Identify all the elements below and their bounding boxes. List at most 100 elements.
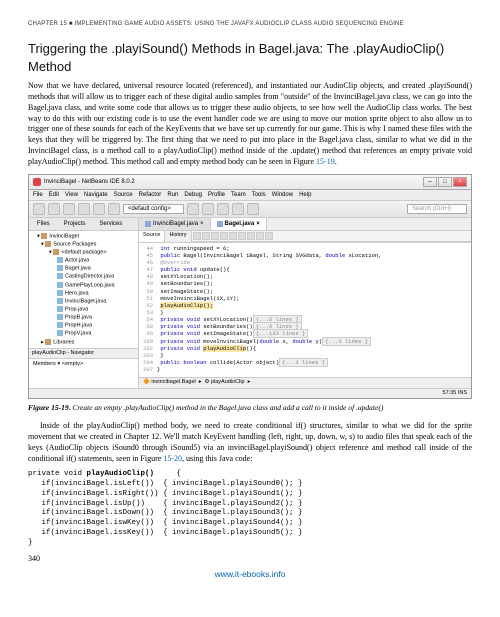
menu-bar: File Edit View Navigate Source Refactor … (29, 190, 471, 201)
editor-tool-icon[interactable] (229, 232, 237, 240)
source-tabs: Source History (139, 231, 471, 243)
config-dropdown[interactable]: <default config> (123, 204, 184, 214)
tree-file[interactable]: InvinciBagel.java (31, 298, 136, 306)
editor-tabs: InvinciBagel.java × Bagel.java × (139, 218, 471, 231)
tree-file[interactable]: Hero.java (31, 290, 136, 298)
window-titlebar: InvinciBagel - NetBeans IDE 8.0.2 – □ × (29, 175, 471, 190)
chevron-right-icon: ▸ (248, 379, 251, 386)
save-icon[interactable] (78, 203, 90, 215)
clean-build-icon[interactable] (202, 203, 214, 215)
search-input[interactable]: Search (Ctrl+I) (407, 204, 467, 214)
open-project-icon[interactable] (63, 203, 75, 215)
menu-profile[interactable]: Profile (208, 191, 225, 199)
figure-ref-2[interactable]: 15-20 (163, 454, 182, 463)
figure-ref-1[interactable]: 15-19 (316, 157, 335, 166)
tree-src-packages[interactable]: ▾ Source Packages (31, 241, 136, 249)
menu-edit[interactable]: Edit (49, 191, 59, 199)
redo-icon[interactable] (108, 203, 120, 215)
window-title: InvinciBagel - NetBeans IDE 8.0.2 (44, 178, 135, 186)
menu-debug[interactable]: Debug (184, 191, 202, 199)
tree-root[interactable]: ▾ InvinciBagel (31, 233, 136, 241)
maximize-button[interactable]: □ (438, 177, 452, 187)
package-icon (53, 249, 59, 255)
editor-tool-icon[interactable] (220, 232, 228, 240)
menu-source[interactable]: Source (114, 191, 133, 199)
para1-text: Now that we have declared, universal res… (28, 81, 472, 166)
page-number: 340 (28, 554, 472, 565)
main-toolbar: <default config> Search (Ctrl+I) (29, 201, 471, 218)
tab-files[interactable]: Files (33, 219, 54, 229)
footer-link[interactable]: www.it-ebooks.info (28, 569, 472, 580)
status-bar: 57:35 INS (29, 388, 471, 398)
left-tab-strip: Files Projects Services (29, 218, 138, 231)
code-editor[interactable]: 44 int runningspeed = 6; 45 public Bagel… (139, 243, 471, 377)
menu-view[interactable]: View (65, 191, 78, 199)
project-icon (41, 233, 47, 239)
editor-tool-icon[interactable] (202, 232, 210, 240)
app-icon (33, 178, 41, 186)
java-file-icon (145, 221, 151, 227)
java-file-icon (57, 282, 63, 288)
menu-refactor[interactable]: Refactor (139, 191, 162, 199)
editor-tool-icon[interactable] (238, 232, 246, 240)
tree-file[interactable]: GamePlayLoop.java (31, 282, 136, 290)
project-tree[interactable]: ▾ InvinciBagel ▾ Source Packages ▾ <defa… (29, 231, 138, 348)
editor-tool-icon[interactable] (247, 232, 255, 240)
tab-projects[interactable]: Projects (60, 219, 90, 229)
tree-file[interactable]: Prop.java (31, 306, 136, 314)
editor-tab-bagel[interactable]: Bagel.java × (211, 218, 267, 230)
editor-pane: InvinciBagel.java × Bagel.java × Source … (139, 218, 471, 388)
menu-run[interactable]: Run (167, 191, 178, 199)
menu-team[interactable]: Team (231, 191, 246, 199)
menu-file[interactable]: File (33, 191, 43, 199)
editor-tab-invincibagel[interactable]: InvinciBagel.java × (139, 218, 211, 230)
breadcrumb: 🔶 invincibagel.Bagel ▸ ⚙ playAudioClip ▸ (139, 377, 471, 387)
profile-icon[interactable] (247, 203, 259, 215)
new-project-icon[interactable] (48, 203, 60, 215)
java-file-icon (57, 330, 63, 336)
run-icon[interactable] (217, 203, 229, 215)
minimize-button[interactable]: – (423, 177, 437, 187)
cursor-position: 57:35 INS (443, 390, 467, 397)
undo-icon[interactable] (93, 203, 105, 215)
library-icon (45, 339, 51, 345)
java-file-icon (57, 273, 63, 279)
tree-file[interactable]: PropV.java (31, 330, 136, 338)
ide-screenshot: InvinciBagel - NetBeans IDE 8.0.2 – □ × … (28, 174, 472, 400)
navigator-members: Members ▾ <empty> (29, 359, 138, 370)
menu-navigate[interactable]: Navigate (84, 191, 108, 199)
close-button[interactable]: × (453, 177, 467, 187)
tree-file[interactable]: Actor.java (31, 257, 136, 265)
menu-tools[interactable]: Tools (252, 191, 266, 199)
intro-paragraph: Now that we have declared, universal res… (28, 81, 472, 167)
editor-tool-icon[interactable] (265, 232, 273, 240)
tree-file[interactable]: CastingDirector.java (31, 273, 136, 281)
breadcrumb-class[interactable]: 🔶 invincibagel.Bagel (143, 379, 196, 386)
java-file-icon (57, 314, 63, 320)
breadcrumb-method[interactable]: ⚙ playAudioClip (205, 379, 245, 386)
editor-tool-icon[interactable] (211, 232, 219, 240)
menu-window[interactable]: Window (272, 191, 293, 199)
tab-services[interactable]: Services (95, 219, 126, 229)
java-file-icon (57, 306, 63, 312)
source-tab[interactable]: Source (139, 231, 165, 242)
history-tab[interactable]: History (165, 231, 191, 242)
editor-tool-icon[interactable] (256, 232, 264, 240)
left-pane: Files Projects Services ▾ InvinciBagel ▾… (29, 218, 139, 388)
java-file-icon (57, 265, 63, 271)
navigator-pane: playAudioClip - Navigator Members ▾ <emp… (29, 348, 138, 388)
tree-file[interactable]: PropH.java (31, 322, 136, 330)
tree-default-package[interactable]: ▾ <default package> (31, 249, 136, 257)
tree-file[interactable]: Bagel.java (31, 265, 136, 273)
menu-help[interactable]: Help (299, 191, 311, 199)
java-file-icon (57, 322, 63, 328)
paragraph-2: Inside of the playAudioClip() method bod… (28, 421, 472, 464)
debug-icon[interactable] (232, 203, 244, 215)
tree-libraries[interactable]: ▸ Libraries (31, 339, 136, 347)
navigator-header: playAudioClip - Navigator (29, 349, 138, 359)
new-file-icon[interactable] (33, 203, 45, 215)
window-controls: – □ × (423, 177, 467, 187)
tree-file[interactable]: PropB.java (31, 314, 136, 322)
editor-tool-icon[interactable] (193, 232, 201, 240)
build-icon[interactable] (187, 203, 199, 215)
